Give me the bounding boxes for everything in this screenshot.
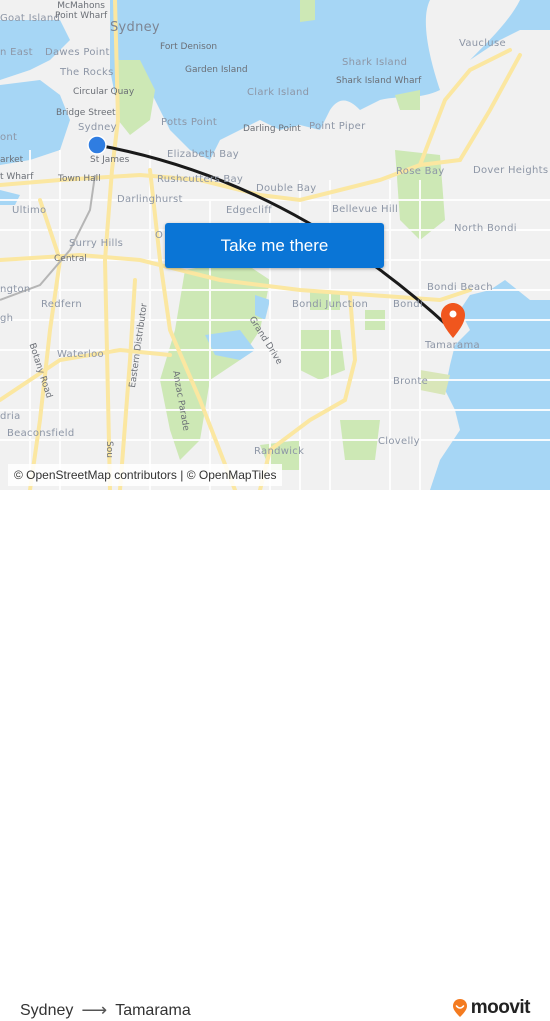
map-label: Beaconsfield [7,428,75,439]
map-label: O [155,230,164,241]
map-label: Potts Point [161,117,218,128]
map-label: Waterloo [57,349,104,360]
map-label: Ultimo [12,205,47,216]
map-label: arket [0,155,24,165]
map-label: Sydney [110,20,160,35]
map-label: Surry Hills [69,238,124,249]
map-label: dria [0,411,21,422]
map-label: t Wharf [0,172,34,182]
map-label: Fort Denison [160,42,218,52]
footer: Sydney ⟶ Tamarama moovit [0,490,550,1020]
map-label: Bellevue Hill [332,204,399,215]
map-label: Shark Island [342,57,408,68]
map-label: Circular Quay [73,87,135,97]
map-label: McMahons Point Wharf [55,1,108,21]
map-label: Bondi Beach [427,282,493,293]
map-label: Sou [104,441,114,458]
map-label: Double Bay [256,183,317,194]
map-label: Bronte [393,376,429,387]
map-label: Redfern [41,299,83,310]
destination-name: Tamarama [115,1001,191,1019]
map-attribution[interactable]: © OpenStreetMap contributors | © OpenMap… [8,464,283,486]
origin-marker[interactable] [87,135,107,155]
map-label: Clovelly [378,436,420,447]
map-label: St James [90,155,130,165]
map-label: Clark Island [247,87,310,98]
map-label: Tamarama [425,340,480,351]
map-label: Sydney [78,122,117,133]
map-label: The Rocks [60,67,114,78]
map-label: ont [0,132,18,143]
moovit-logo[interactable]: moovit [452,997,531,1019]
origin-name: Sydney [20,1001,74,1019]
map-label: Shark Island Wharf [336,76,422,86]
map-label: Bondi Junction [292,299,369,310]
map-label: Central [54,254,87,264]
map-label: gh [0,313,14,324]
map-label: Garden Island [185,65,248,75]
map-label: Bridge Street [56,108,116,118]
arrow-right-icon: ⟶ [81,1000,108,1020]
streets [0,150,550,490]
moovit-pin-icon [452,999,467,1017]
map-label: ngton [0,284,31,295]
take-me-there-button[interactable]: Take me there [165,223,384,268]
map-label: Edgecliff [226,205,272,216]
map-label: Elizabeth Bay [167,149,239,160]
map-label: Goat Island [0,13,61,24]
map-label: Rushcutters Bay [157,174,244,185]
map-label: Randwick [254,446,305,457]
brand-name: moovit [470,997,531,1018]
map-label: Bondi [393,299,423,310]
map-label: Rose Bay [396,166,445,177]
map-label: Point Piper [309,121,366,132]
map-label: n East [0,47,33,58]
map-label: Darlinghurst [117,194,183,205]
map-label: North Bondi [454,223,517,234]
map-label: Darling Point [243,124,301,134]
map-label: Dover Heights [473,165,549,176]
destination-pin-icon[interactable] [441,303,465,338]
map-label: Dawes Point [45,47,110,58]
map[interactable]: Goat Island McMahons Point Wharf Sydney … [0,0,550,490]
map-label: Town Hall [58,174,101,184]
map-label: Vaucluse [459,38,506,49]
route-title: Sydney ⟶ Tamarama [20,1000,191,1021]
